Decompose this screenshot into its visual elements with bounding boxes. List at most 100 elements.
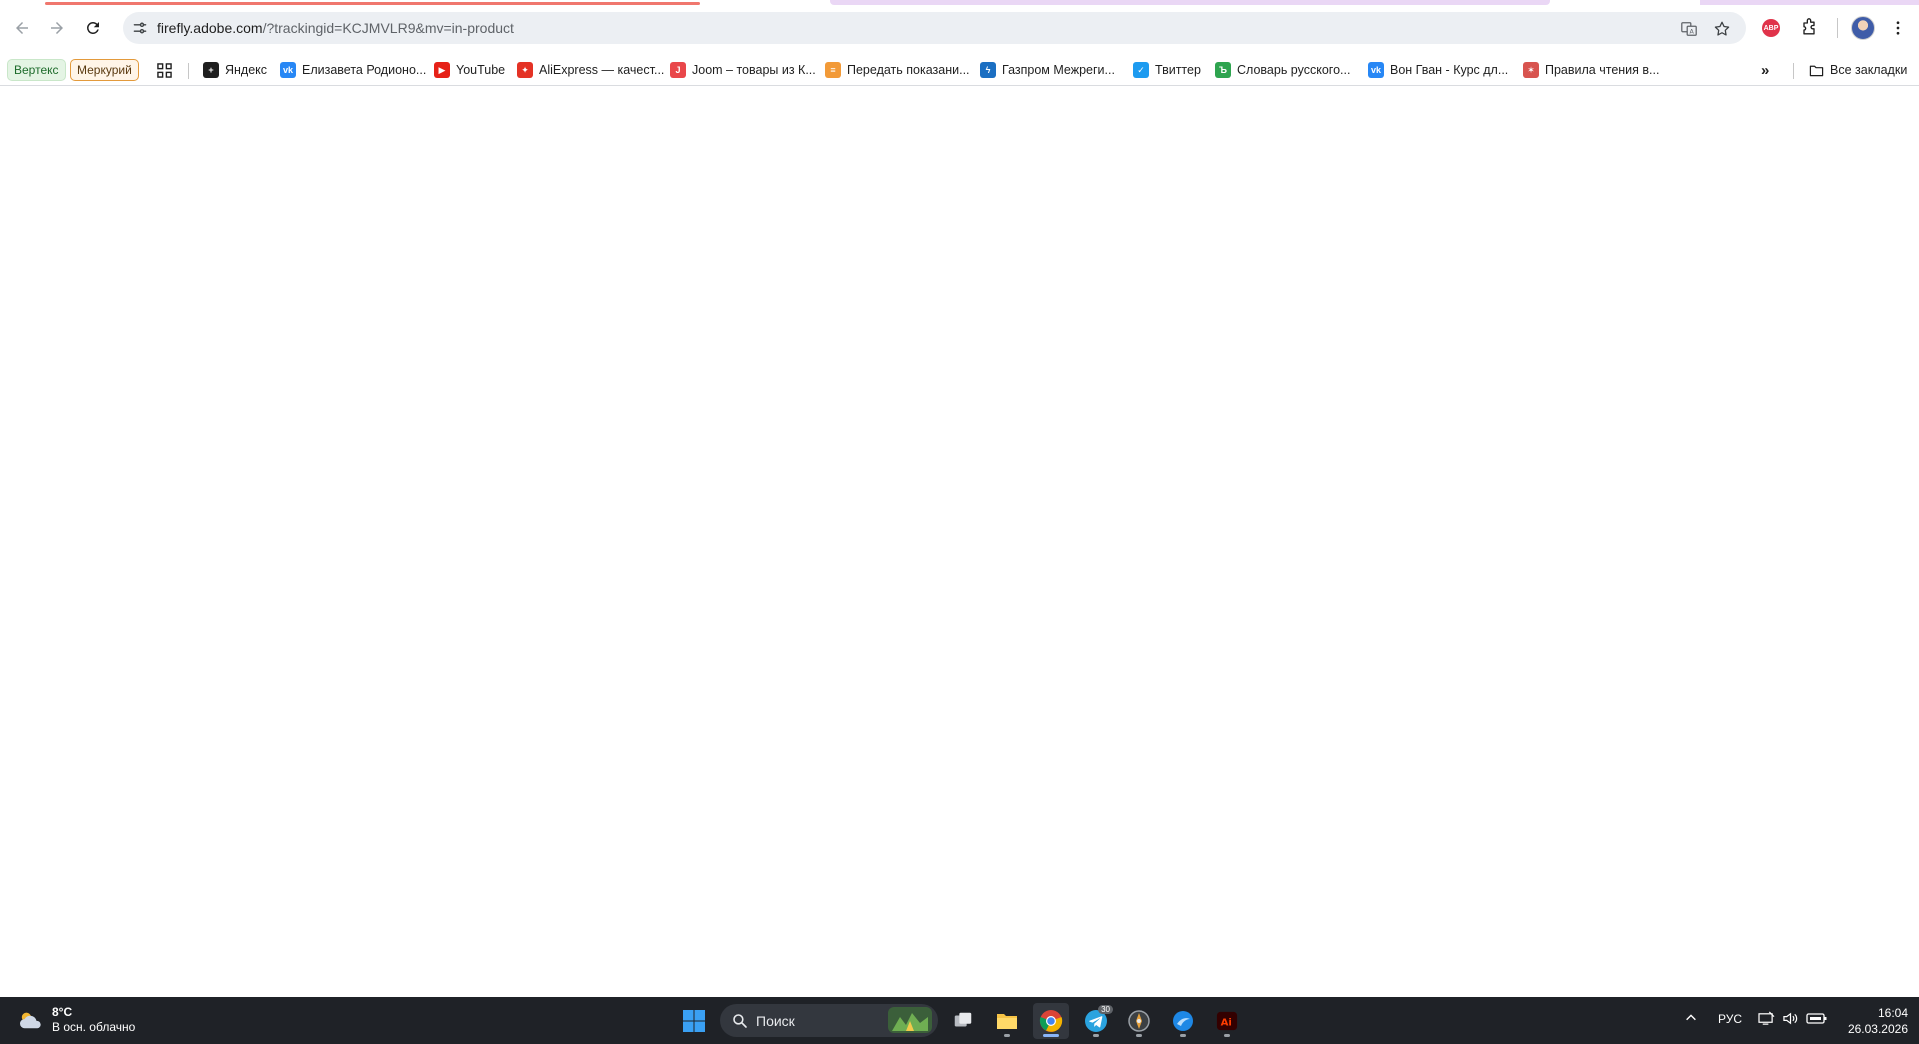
running-indicator (1180, 1034, 1186, 1037)
tray-overflow-button[interactable] (1684, 1011, 1698, 1028)
language-indicator[interactable]: РУС (1718, 1012, 1742, 1026)
running-indicator (1043, 1034, 1059, 1037)
forward-button[interactable] (41, 12, 73, 44)
page-content (0, 86, 1919, 997)
taskbar-search[interactable]: Поиск (720, 1004, 938, 1037)
back-button[interactable] (6, 12, 38, 44)
adblock-extension-icon[interactable]: ABP (1758, 15, 1784, 41)
apps-grid-icon (157, 62, 172, 78)
clock-time: 16:04 (1877, 1006, 1908, 1020)
youtube-icon: ▶ (434, 62, 450, 78)
translate-icon[interactable]: A (1678, 18, 1700, 40)
chevron-up-icon (1686, 1014, 1696, 1021)
chrome-icon (1039, 1010, 1063, 1032)
url-host: firefly.adobe.com (157, 20, 263, 36)
windows-taskbar: 8°C В осн. облачно Поиск 30 Ai РУС 16:04… (0, 997, 1919, 1044)
bookmark-label: YouTube (456, 63, 506, 77)
running-indicator (1136, 1034, 1142, 1037)
abp-icon: ABP (1762, 19, 1780, 37)
toolbar-divider (1837, 18, 1838, 38)
telegram-badge: 30 (1098, 1005, 1113, 1014)
page-load-progress (45, 2, 700, 5)
bookmark-label: Газпром Межреги... (1002, 63, 1115, 77)
bookmark-label: Вон Гван - Курс дл... (1390, 63, 1509, 77)
bookmark-item[interactable]: Ъ Словарь русского... (1215, 60, 1350, 80)
all-bookmarks-label: Все закладки (1830, 63, 1908, 77)
profile-avatar[interactable] (1850, 15, 1876, 41)
bookmark-label: Правила чтения в... (1545, 63, 1660, 77)
all-bookmarks-button[interactable]: Все закладки (1808, 60, 1907, 80)
bookmark-item[interactable]: ✶ Правила чтения в... (1523, 60, 1659, 80)
clock-date: 26.03.2026 (1847, 1022, 1908, 1036)
battery-icon[interactable] (1806, 1011, 1828, 1028)
taskbar-app-blue[interactable] (1165, 1003, 1201, 1039)
search-label: Поиск (756, 1012, 795, 1029)
bookmark-item[interactable]: vk Елизавета Родионо... (280, 60, 426, 80)
svg-text:Ai: Ai (1221, 1018, 1232, 1029)
bookmark-item[interactable]: + Яндекс (203, 60, 267, 80)
bookmarks-bar: Вертекс Меркурий + Яндекс vk Елизавета Роди… (0, 55, 1919, 86)
bookmark-chip-mercury[interactable]: Меркурий (70, 59, 139, 81)
taskbar-adobe-illustrator[interactable]: Ai (1209, 1003, 1245, 1039)
aliexpress-icon: ✦ (517, 62, 533, 78)
taskbar-chrome[interactable] (1033, 1003, 1069, 1039)
bookmark-item[interactable]: vk Вон Гван - Курс дл... (1368, 60, 1508, 80)
taskbar-app-compass[interactable] (1121, 1003, 1157, 1039)
bookmark-item[interactable]: ✓ Твиттер (1133, 60, 1201, 80)
weather-temp: 8°C (52, 1005, 73, 1019)
joom-icon: J (670, 62, 686, 78)
bookmark-label: Яндекс (225, 63, 268, 77)
search-icon (733, 1013, 747, 1028)
weather-description: В осн. облачно (52, 1020, 136, 1034)
kebab-menu-icon (1896, 21, 1900, 35)
folder-icon (997, 1014, 1017, 1029)
vk-icon: vk (280, 62, 296, 78)
browser-toolbar: firefly.adobe.com/?trackingid=KCJMVLR9&m… (0, 0, 1919, 55)
task-view-icon (954, 1012, 972, 1027)
bookmark-label: Словарь русского... (1237, 63, 1351, 77)
reload-icon (86, 21, 99, 34)
meter-icon: ≡ (825, 62, 841, 78)
bookmark-chip-vertex[interactable]: Вертекс (7, 59, 66, 81)
blue-globe-icon (1173, 1011, 1193, 1031)
apps-grid-button[interactable] (157, 60, 172, 80)
avatar-image (1851, 16, 1875, 40)
reload-button[interactable] (77, 12, 109, 44)
weather-widget[interactable]: 8°C В осн. облачно (16, 1005, 135, 1035)
bookmark-label: Елизавета Родионо... (302, 63, 427, 77)
extensions-icon[interactable] (1796, 15, 1822, 41)
site-info-icon[interactable] (131, 19, 149, 37)
network-icon[interactable] (1758, 1011, 1775, 1029)
taskbar-telegram[interactable]: 30 (1078, 1003, 1114, 1039)
start-button[interactable] (676, 1003, 712, 1039)
volume-icon[interactable] (1782, 1011, 1799, 1029)
yandex-icon: + (203, 62, 219, 78)
bookmarks-overflow-button[interactable]: » (1761, 60, 1769, 80)
arrow-right-icon (51, 22, 63, 34)
bookmark-item[interactable]: ▶ YouTube (434, 60, 505, 80)
windows-logo-icon (683, 1010, 705, 1032)
bookmark-star-icon[interactable] (1711, 18, 1733, 40)
bookmark-label: Joom – товары из К... (692, 63, 816, 77)
task-view-button[interactable] (945, 1003, 981, 1039)
running-indicator (1004, 1034, 1010, 1037)
arrow-left-icon (16, 22, 28, 34)
folder-icon (1808, 62, 1824, 78)
bookmark-item[interactable]: J Joom – товары из К... (670, 60, 816, 80)
url-text[interactable]: firefly.adobe.com/?trackingid=KCJMVLR9&m… (157, 19, 514, 37)
compass-app-icon (1128, 1010, 1150, 1032)
bookmarks-divider (188, 63, 189, 79)
tab-strip-right (1700, 0, 1919, 5)
bookmarks-divider-right (1793, 63, 1794, 79)
vk-icon: vk (1368, 62, 1384, 78)
taskbar-file-explorer[interactable] (989, 1003, 1025, 1039)
illustrator-icon: Ai (1216, 1011, 1238, 1031)
bookmark-item[interactable]: ϟ Газпром Межреги... (980, 60, 1115, 80)
bookmark-item[interactable]: ✦ AliExpress — качест... (517, 60, 664, 80)
bookmark-item[interactable]: ≡ Передать показани... (825, 60, 970, 80)
taskbar-clock[interactable]: 16:04 26.03.2026 (1838, 1005, 1908, 1037)
running-indicator (1224, 1034, 1230, 1037)
browser-menu-button[interactable] (1885, 15, 1911, 41)
cloud-icon (20, 1012, 41, 1029)
address-bar[interactable]: firefly.adobe.com/?trackingid=KCJMVLR9&m… (123, 12, 1746, 44)
